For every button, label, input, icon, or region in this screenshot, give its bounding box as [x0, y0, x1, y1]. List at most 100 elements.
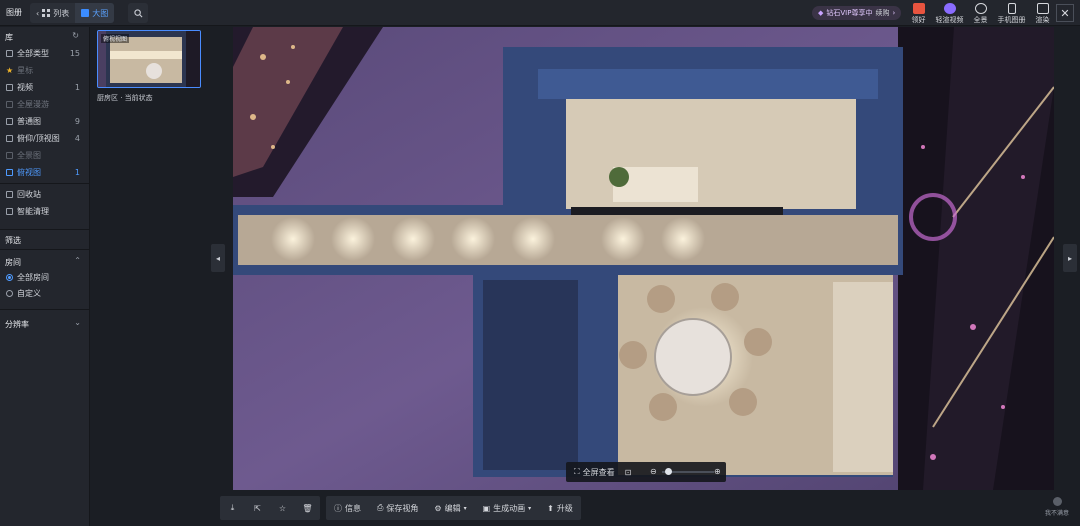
top-view-render [233, 27, 1054, 490]
arrow-up-icon: ⬆ [547, 503, 554, 513]
save-view-button[interactable]: ⎙ 保存视角 [369, 496, 426, 520]
top-view-icon [6, 168, 13, 176]
fullscreen-icon: ⛶ [574, 467, 580, 476]
sidebar-item-label: 俯视图 [17, 167, 41, 177]
fit-icon[interactable]: ⊡ [625, 468, 632, 477]
search-button[interactable] [128, 3, 148, 23]
generate-animation-button[interactable]: ▣ 生成动画 ▾ [475, 496, 540, 520]
download-button[interactable]: ⤓ [220, 496, 245, 520]
action-panorama[interactable]: 全景 [965, 2, 996, 25]
upgrade-button[interactable]: ⬆ 升级 [539, 496, 581, 520]
sidebar-item-count: 1 [74, 167, 80, 177]
renew-link[interactable]: 续购 [875, 8, 889, 18]
delete-button[interactable]: 🗑 [295, 496, 320, 520]
sidebar-item-cleanup[interactable]: 智能清理 [0, 203, 90, 219]
tab-list-label: 列表 [53, 8, 70, 18]
chevron-up-icon[interactable]: ⌃ [74, 256, 81, 265]
refresh-icon[interactable]: ↻ [72, 31, 79, 40]
trash-icon: 🗑 [302, 503, 313, 513]
chevron-down-icon[interactable]: ⌄ [74, 318, 81, 327]
fullscreen-label: 全屏查看 [582, 467, 615, 477]
info-button[interactable]: ⓘ 信息 [326, 496, 369, 520]
edit-label: 编辑 [444, 503, 461, 513]
sidebar-item-label: 视频 [17, 82, 33, 92]
resolution-title[interactable]: 分辨率 [5, 319, 29, 330]
feedback-icon [1052, 497, 1062, 506]
previous-button[interactable]: ◂ [211, 244, 225, 272]
phone-icon [1007, 3, 1016, 14]
action-gift-label: 领好 [911, 16, 926, 24]
star-outline-icon: ☆ [278, 503, 287, 513]
sidebar-item-all-types[interactable]: 全部类型 15 [0, 45, 90, 61]
sidebar-item-normal[interactable]: 普通图 9 [0, 113, 90, 129]
chevron-right-icon: ▸ [1067, 253, 1072, 263]
feedback-button[interactable]: 我不满意 [1040, 497, 1074, 517]
star-button[interactable]: ☆ [270, 496, 295, 520]
room-option-custom[interactable]: 自定义 [6, 286, 90, 300]
zoom-out-icon[interactable]: ⊖ [650, 467, 657, 476]
bottom-toolbar: ⤓ ⇱ ☆ 🗑 ⓘ 信息 ⎙ 保存视角 ⚙ 编辑 ▾ ▣ 生成动画 ▾ ⬆ 升级 [220, 496, 581, 520]
sidebar-item-label: 智能清理 [17, 206, 49, 216]
share-icon: ⇱ [254, 503, 261, 513]
view-toggle: ‹ 列表 大图 [30, 3, 115, 23]
action-phone[interactable]: 手机图册 [996, 2, 1027, 25]
divider [0, 249, 90, 250]
room-option-all[interactable]: 全部房间 [6, 270, 90, 284]
zoom-slider-handle[interactable] [664, 468, 672, 475]
divider [0, 229, 90, 230]
image-viewer[interactable] [233, 27, 1054, 490]
room-option-label: 全部房间 [17, 272, 49, 282]
sidebar-item-star[interactable]: ★ 星标 [0, 62, 90, 78]
radio-icon [6, 289, 13, 297]
sidebar-item-label: 全景图 [17, 150, 41, 160]
sidebar-item-recycle[interactable]: 回收站 [0, 186, 90, 202]
generate-animation-label: 生成动画 [493, 503, 526, 513]
all-types-icon [6, 49, 13, 57]
upgrade-label: 升级 [556, 503, 573, 513]
tab-big-image[interactable]: 大图 [75, 3, 115, 23]
image-icon [6, 117, 13, 125]
camera-icon: ⎙ [377, 503, 384, 512]
sidebar-item-count: 15 [69, 48, 80, 58]
tab-list[interactable]: ‹ 列表 [30, 3, 75, 23]
zoom-in-icon[interactable]: ⊕ [714, 467, 721, 476]
perspective-icon [6, 134, 13, 142]
action-gift[interactable]: 领好 [903, 2, 934, 25]
fullscreen-button[interactable]: ⛶ 全屏查看 [566, 467, 615, 478]
chevron-down-icon: ▾ [463, 504, 467, 512]
close-button[interactable]: ✕ [1056, 4, 1074, 22]
chevron-left-icon: ◂ [215, 253, 220, 263]
sidebar-item-top-view[interactable]: 俯视图 1 [0, 164, 90, 180]
sidebar-item-label: 全部类型 [17, 48, 49, 58]
sidebar-item-tour[interactable]: 全屋漫游 [0, 96, 90, 112]
sidebar-item-count: 1 [74, 82, 80, 92]
file-actions: ⤓ ⇱ ☆ 🗑 [220, 496, 320, 520]
video-icon [943, 3, 956, 14]
video-icon [6, 83, 13, 91]
thumbnail-card[interactable]: 俯视视图 [97, 30, 201, 88]
next-button[interactable]: ▸ [1063, 244, 1077, 272]
sidebar-item-label: 星标 [17, 65, 34, 75]
chevron-down-icon: ▾ [528, 504, 532, 512]
top-actions: 领好 轻渲视频 全景 手机图册 渲染 [903, 2, 1058, 25]
library-title: 库 [5, 33, 13, 42]
vip-badge[interactable]: ◆ 钻石VIP尊享中 续购 › [812, 6, 902, 20]
action-render[interactable]: 渲染 [1027, 2, 1058, 25]
sidebar: 库 ↻ 全部类型 15 ★ 星标 视频 1 全屋漫游 普通图 9 俯仰/顶视图 4 全景图… [0, 27, 90, 526]
action-video-label: 轻渲视频 [935, 16, 964, 24]
action-video[interactable]: 轻渲视频 [934, 2, 965, 25]
close-icon: ✕ [1060, 6, 1070, 20]
room-option-label: 自定义 [17, 288, 41, 298]
sidebar-item-video[interactable]: 视频 1 [0, 79, 90, 95]
radio-icon [6, 273, 13, 281]
divider [0, 309, 90, 310]
sidebar-item-perspective[interactable]: 俯仰/顶视图 4 [0, 130, 90, 146]
action-render-label: 渲染 [1035, 16, 1050, 24]
film-icon: ▣ [482, 503, 491, 513]
cleanup-icon [6, 207, 13, 215]
share-button[interactable]: ⇱ [245, 496, 270, 520]
save-view-label: 保存视角 [386, 503, 419, 513]
edit-actions: ⓘ 信息 ⎙ 保存视角 ⚙ 编辑 ▾ ▣ 生成动画 ▾ ⬆ 升级 [326, 496, 581, 520]
edit-button[interactable]: ⚙ 编辑 ▾ [426, 496, 474, 520]
sidebar-item-panorama[interactable]: 全景图 [0, 147, 90, 163]
